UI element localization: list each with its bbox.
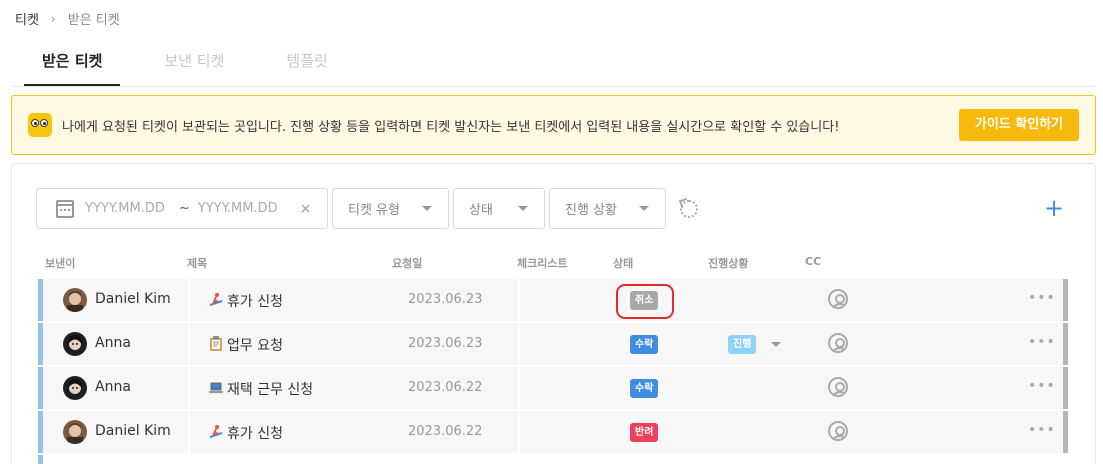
user-circle-icon[interactable] — [828, 289, 848, 309]
sender-name: Daniel Kim — [95, 291, 171, 307]
add-ticket-button[interactable]: + — [1044, 196, 1064, 220]
sender-name: Anna — [95, 379, 131, 395]
clear-date-icon[interactable]: × — [300, 201, 312, 217]
column-header-sender: 보낸이 — [45, 257, 76, 270]
breadcrumb-separator: › — [50, 11, 56, 26]
surfing-icon — [209, 424, 223, 439]
status-badge: 수락 — [630, 379, 659, 398]
laptop-icon — [209, 380, 223, 395]
tab-sent[interactable]: 보낸 티켓 — [146, 50, 242, 86]
refresh-icon[interactable] — [680, 200, 698, 218]
table-row[interactable]: Daniel Kim 휴가 신청 2023.06.22 반려 ••• — [38, 411, 1068, 453]
column-header-progress: 진행상황 — [708, 257, 749, 270]
sender-name: Anna — [95, 335, 131, 351]
column-header-date: 요청일 — [392, 257, 423, 270]
ticket-subject[interactable]: 재택 근무 신청 — [227, 379, 313, 399]
request-date: 2023.06.22 — [408, 380, 483, 395]
avatar — [63, 332, 87, 356]
tab-bar: 받은 티켓 보낸 티켓 템플릿 — [24, 50, 372, 86]
column-header-status: 상태 — [613, 257, 634, 270]
progress-select-label: 진행 상황 — [565, 203, 617, 218]
column-header-checklist: 체크리스트 — [517, 257, 568, 270]
chevron-down-icon — [518, 206, 528, 211]
breadcrumb: 티켓 › 받은 티켓 — [15, 9, 120, 29]
column-header-cc: CC — [805, 255, 822, 268]
progress-select[interactable]: 진행 상황 — [549, 188, 666, 229]
ticket-subject[interactable]: 업무 요청 — [227, 335, 283, 355]
notice-text: 나에게 요청된 티켓이 보관되는 곳입니다. 진행 상황 등을 입력하면 티켓 … — [62, 119, 840, 135]
ticket-type-select[interactable]: 티켓 유형 — [332, 188, 449, 229]
tab-divider — [12, 86, 1095, 87]
more-options-icon[interactable]: ••• — [1028, 378, 1056, 394]
highlight-annotation — [616, 284, 674, 319]
user-circle-icon[interactable] — [828, 421, 848, 441]
table-row[interactable]: Daniel Kim 휴가 신청 2023.06.23 취소 ••• — [38, 279, 1068, 321]
column-header-subject: 제목 — [187, 257, 208, 270]
tab-template[interactable]: 템플릿 — [268, 50, 345, 86]
chevron-down-icon — [639, 206, 649, 211]
date-range-separator: ~ — [178, 201, 190, 216]
table-row[interactable]: Anna 업무 요청 2023.06.23 수락 진행 ••• — [38, 323, 1068, 365]
guide-button[interactable]: 가이드 확인하기 — [959, 109, 1079, 141]
request-date: 2023.06.22 — [408, 424, 483, 439]
notice-banner: 나에게 요청된 티켓이 보관되는 곳입니다. 진행 상황 등을 입력하면 티켓 … — [11, 95, 1096, 155]
next-row-edge — [38, 455, 43, 464]
request-date: 2023.06.23 — [408, 336, 483, 351]
request-date: 2023.06.23 — [408, 292, 483, 307]
date-from-input[interactable]: YYYY.MM.DD — [85, 201, 165, 216]
avatar — [63, 288, 87, 312]
more-options-icon[interactable]: ••• — [1028, 290, 1056, 306]
chevron-down-icon[interactable] — [771, 342, 781, 347]
calendar-icon — [56, 199, 74, 218]
more-options-icon[interactable]: ••• — [1028, 422, 1056, 438]
eyes-mascot-icon — [28, 113, 52, 137]
table-row[interactable]: Anna 재택 근무 신청 2023.06.22 수락 ••• — [38, 367, 1068, 409]
progress-badge[interactable]: 진행 — [728, 335, 757, 354]
status-select[interactable]: 상태 — [453, 188, 545, 229]
avatar — [63, 376, 87, 400]
avatar — [63, 420, 87, 444]
breadcrumb-current: 받은 티켓 — [67, 13, 120, 28]
status-select-label: 상태 — [469, 203, 493, 218]
date-range-filter[interactable]: YYYY.MM.DD ~ YYYY.MM.DD × — [36, 188, 328, 229]
more-options-icon[interactable]: ••• — [1028, 334, 1056, 350]
tab-received[interactable]: 받은 티켓 — [24, 50, 121, 86]
user-circle-icon[interactable] — [828, 333, 848, 353]
ticket-subject[interactable]: 휴가 신청 — [227, 423, 283, 443]
ticket-subject[interactable]: 휴가 신청 — [227, 291, 283, 311]
date-to-input[interactable]: YYYY.MM.DD — [198, 201, 278, 216]
ticket-type-label: 티켓 유형 — [348, 203, 400, 218]
sender-name: Daniel Kim — [95, 423, 171, 439]
status-badge: 반려 — [630, 423, 659, 442]
surfing-icon — [209, 292, 223, 307]
breadcrumb-root[interactable]: 티켓 — [15, 9, 39, 28]
chevron-down-icon — [422, 206, 432, 211]
user-circle-icon[interactable] — [828, 377, 848, 397]
status-badge: 수락 — [630, 335, 659, 354]
clipboard-icon — [209, 336, 223, 351]
